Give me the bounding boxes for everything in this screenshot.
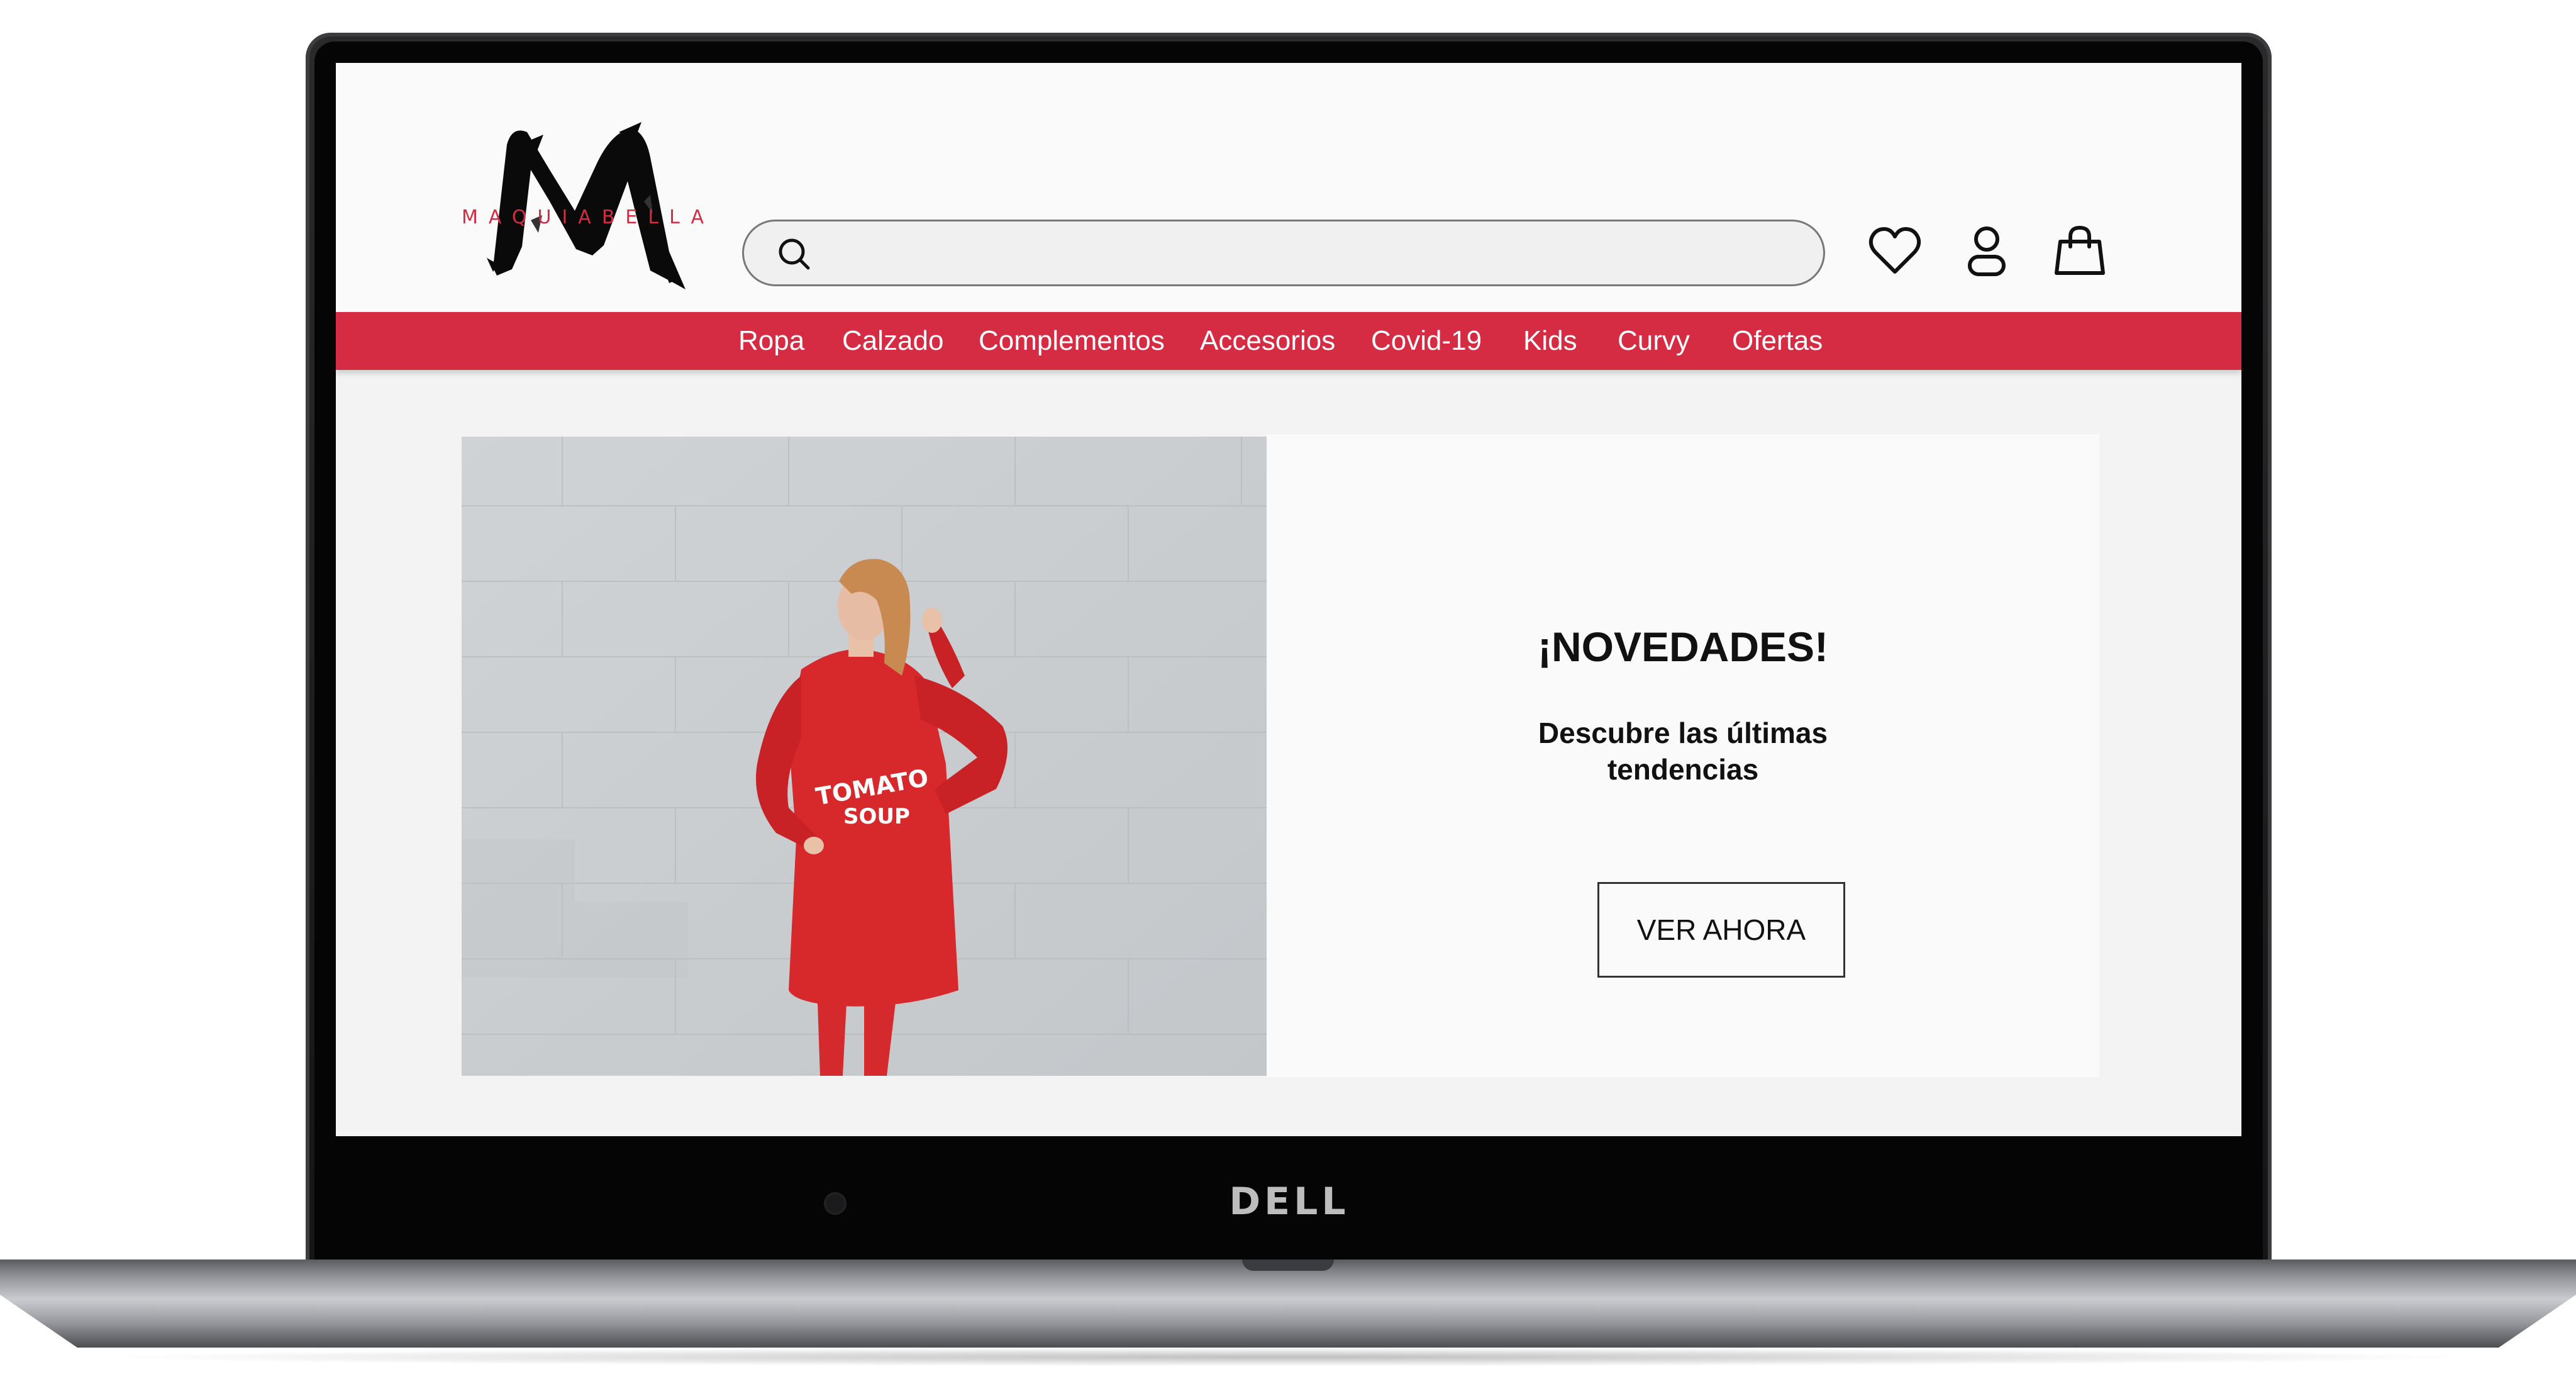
laptop-base-notch (1242, 1260, 1334, 1271)
nav-item-accesorios[interactable]: Accesorios (1200, 312, 1335, 370)
ver-ahora-button[interactable]: VER AHORA (1597, 882, 1845, 978)
site-header: MAQUIABELLA (336, 63, 2241, 312)
hero-panel: ¡NOVEDADES! Descubre las últimas tendenc… (1267, 434, 2099, 1077)
nav-item-calzado[interactable]: Calzado (842, 312, 943, 370)
main-nav: Ropa Calzado Complementos Accesorios Cov… (336, 312, 2241, 370)
nav-item-complementos[interactable]: Complementos (979, 312, 1165, 370)
screen: MAQUIABELLA Ropa Calzado Complementos Ac… (336, 63, 2241, 1136)
nav-item-kids[interactable]: Kids (1523, 312, 1577, 370)
model-photo: TOMATO SOUP (462, 437, 1267, 1076)
search-icon[interactable] (775, 235, 813, 273)
shirt-text-line2: SOUP (843, 804, 910, 829)
hero-image[interactable]: TOMATO SOUP (462, 437, 1267, 1076)
laptop-shadow (88, 1348, 2488, 1366)
laptop-base (0, 1260, 2576, 1348)
search-input[interactable] (832, 228, 1801, 278)
logo-brush-m-icon (487, 122, 686, 289)
heart-icon[interactable] (1867, 223, 1923, 279)
logo-wordmark: MAQUIABELLA (462, 206, 714, 228)
site-logo[interactable]: MAQUIABELLA (462, 107, 732, 296)
nav-item-covid-19[interactable]: Covid-19 (1371, 312, 1482, 370)
laptop-brand-logo: DELL (1229, 1180, 1350, 1224)
shopping-bag-icon[interactable] (2051, 223, 2108, 279)
webcam (824, 1192, 847, 1215)
user-icon[interactable] (1958, 223, 2015, 279)
search-bar[interactable] (742, 220, 1825, 286)
nav-item-ofertas[interactable]: Ofertas (1732, 312, 1823, 370)
hero-subtitle: Descubre las últimas tendencias (1538, 717, 1828, 786)
nav-item-curvy[interactable]: Curvy (1618, 312, 1690, 370)
nav-item-ropa[interactable]: Ropa (738, 312, 804, 370)
hero-title: ¡NOVEDADES! (1537, 623, 1829, 670)
